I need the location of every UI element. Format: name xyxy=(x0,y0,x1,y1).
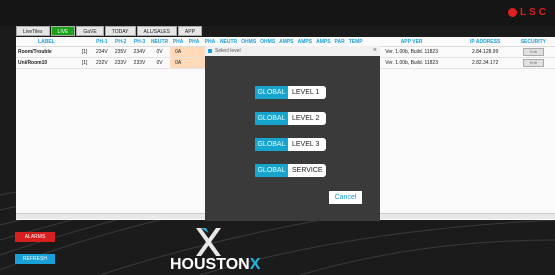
level-label: LEVEL 2 xyxy=(288,112,326,125)
dialog-title-bar: Select level × xyxy=(205,46,380,56)
close-icon[interactable]: × xyxy=(373,46,377,56)
column-header[interactable] xyxy=(76,37,93,47)
cell-current: 0A xyxy=(170,46,187,58)
dialog-title: Select level xyxy=(215,48,241,54)
global-label: GLOBAL xyxy=(255,86,288,99)
cell-voltage: 232V xyxy=(92,57,112,69)
cancel-button[interactable]: Cancel xyxy=(329,191,362,204)
tab-live[interactable]: LIVE xyxy=(50,26,76,36)
cell-voltage: 0V xyxy=(148,46,171,58)
tab-allsales[interactable]: ALL/SALES xyxy=(136,26,177,36)
tab-gave[interactable]: GaVE xyxy=(76,26,104,36)
cell-current xyxy=(186,57,203,69)
global-label: GLOBAL xyxy=(255,112,288,125)
cell-voltage: 235V xyxy=(111,46,131,58)
cell-security: Edit xyxy=(511,57,555,69)
cell-voltage: 233V xyxy=(111,57,131,69)
cell-id: [1] xyxy=(76,57,93,69)
cell-current: 0A xyxy=(170,57,187,69)
cell-voltage: 0V xyxy=(148,57,171,69)
edit-button[interactable]: Edit xyxy=(522,59,544,67)
column-header[interactable]: PH-3 xyxy=(130,37,149,47)
column-header[interactable]: IP ADDRESS xyxy=(458,37,512,47)
column-header[interactable]: PHA xyxy=(170,37,187,47)
column-header[interactable]: SECURITY xyxy=(511,37,555,47)
cell-security: Edit xyxy=(511,46,555,58)
top-bar: LSC xyxy=(0,0,555,26)
cell-voltage: 233V xyxy=(130,57,149,69)
column-header[interactable]: NEUTR xyxy=(148,37,171,47)
column-header[interactable]: LABEL xyxy=(16,37,77,47)
cell-label: Room/Trouble xyxy=(16,46,77,58)
tab-today[interactable]: TODAY xyxy=(104,26,136,36)
cell-voltage: 234V xyxy=(92,46,112,58)
column-header[interactable]: PH-1 xyxy=(92,37,112,47)
global-label: GLOBAL xyxy=(255,164,288,177)
cell-current xyxy=(186,46,203,58)
tab-bar: LiveTiles LIVE GaVE TODAY ALL/SALES APP xyxy=(16,26,202,36)
app-window: LSC LiveTiles LIVE GaVE TODAY ALL/SALES … xyxy=(0,0,555,275)
tab-app[interactable]: APP xyxy=(177,26,202,36)
column-header[interactable]: PHA xyxy=(186,37,203,47)
cell-ip: 2.84.128.99 xyxy=(458,46,512,58)
houstonx-logo-text: HOUSTONX xyxy=(170,256,260,274)
service-button[interactable]: GLOBAL SERVICE xyxy=(255,164,326,177)
brand-icon xyxy=(508,8,517,17)
alarms-button[interactable]: ALARMS xyxy=(15,232,55,242)
column-header[interactable]: PH-2 xyxy=(111,37,131,47)
level-dialog: Select level × GLOBAL LEVEL 1 GLOBAL LEV… xyxy=(205,46,380,221)
cell-label: Uni/Room10 xyxy=(16,57,77,69)
logo-part1: HOUSTON xyxy=(170,256,250,273)
cell-voltage: 234V xyxy=(130,46,149,58)
level-label: LEVEL 3 xyxy=(288,138,326,151)
brand-logo: LSC xyxy=(508,7,549,18)
cell-ip: 2.82.34.172 xyxy=(458,57,512,69)
level-label: LEVEL 1 xyxy=(288,86,326,99)
cell-id: [1] xyxy=(76,46,93,58)
level-3-button[interactable]: GLOBAL LEVEL 3 xyxy=(255,138,326,151)
level-1-button[interactable]: GLOBAL LEVEL 1 xyxy=(255,86,326,99)
edit-button[interactable]: Edit xyxy=(522,48,544,56)
brand-text: LSC xyxy=(520,7,549,18)
logo-part2: X xyxy=(249,256,261,273)
refresh-button[interactable]: REFRESH xyxy=(15,254,55,264)
level-2-button[interactable]: GLOBAL LEVEL 2 xyxy=(255,112,326,125)
app-icon xyxy=(208,49,212,53)
level-label: SERVICE xyxy=(288,164,326,177)
tab-livetiles[interactable]: LiveTiles xyxy=(16,26,50,36)
global-label: GLOBAL xyxy=(255,138,288,151)
